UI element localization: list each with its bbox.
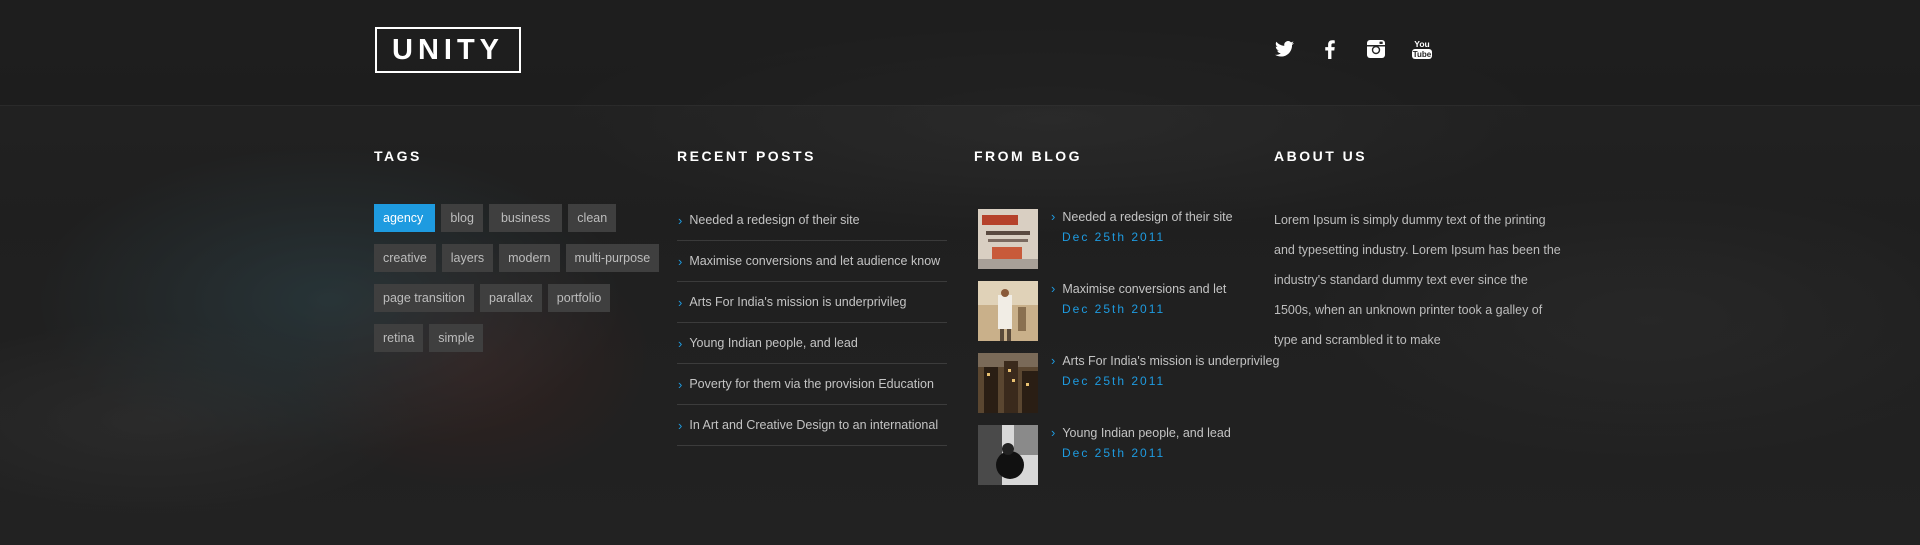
social-links: You Tube (1273, 38, 1433, 60)
chevron-right-icon: › (1051, 209, 1056, 224)
chevron-right-icon: › (678, 212, 683, 228)
recent-post-item[interactable]: › Arts For India's mission is underprivil… (677, 282, 947, 323)
twitter-icon[interactable] (1273, 38, 1295, 60)
tag-page-transition[interactable]: page transition (374, 284, 475, 312)
chevron-right-icon: › (1051, 353, 1056, 368)
tags-title: TAGS (374, 148, 422, 164)
chevron-right-icon: › (678, 253, 683, 269)
blog-post-title[interactable]: › Young Indian people, and lead (1050, 425, 1231, 440)
tag-layers[interactable]: layers (441, 244, 494, 272)
blog-post-date: Dec 25th 2011 (1062, 374, 1166, 388)
youtube-icon[interactable]: You Tube (1411, 38, 1433, 60)
instagram-icon[interactable] (1365, 38, 1387, 60)
recent-post-title: In Art and Creative Design to an interna… (689, 418, 939, 432)
blog-post-title-text: Needed a redesign of their site (1062, 210, 1233, 224)
blog-thumbnail[interactable] (978, 281, 1038, 341)
blog-post-title-text: Arts For India's mission is underprivile… (1062, 354, 1280, 368)
tag-business[interactable]: business (488, 204, 563, 232)
chevron-right-icon: › (678, 294, 683, 310)
tag-modern[interactable]: modern (499, 244, 560, 272)
blog-post-title-text: Young Indian people, and lead (1062, 426, 1231, 440)
chevron-right-icon: › (1051, 281, 1056, 296)
chevron-right-icon: › (678, 335, 683, 351)
recent-posts-title: RECENT POSTS (677, 148, 816, 164)
tag-parallax[interactable]: parallax (480, 284, 542, 312)
recent-post-item[interactable]: › Poverty for them via the provision Educ… (677, 364, 947, 405)
blog-thumbnail[interactable] (978, 209, 1038, 269)
from-blog-title: FROM BLOG (974, 148, 1083, 164)
blog-post-title[interactable]: › Maximise conversions and let (1050, 281, 1226, 296)
tag-multi-purpose[interactable]: multi-purpose (565, 244, 660, 272)
blog-post-title[interactable]: › Arts For India's mission is underprivil… (1050, 353, 1279, 368)
tag-creative[interactable]: creative (374, 244, 436, 272)
chevron-right-icon: › (678, 417, 683, 433)
blog-post-date: Dec 25th 2011 (1062, 302, 1166, 316)
footer-top-bar: UNITY You Tube (0, 0, 1920, 106)
blog-post-title[interactable]: › Needed a redesign of their site (1050, 209, 1233, 224)
about-us-title: ABOUT US (1274, 148, 1368, 164)
recent-post-title: Arts For India's mission is underprivile… (689, 295, 907, 309)
blog-post-date: Dec 25th 2011 (1062, 446, 1166, 460)
tag-blog[interactable]: blog (441, 204, 483, 232)
recent-post-item[interactable]: › In Art and Creative Design to an intern… (677, 405, 947, 446)
tag-agency[interactable]: agency (374, 204, 436, 232)
tag-simple[interactable]: simple (429, 324, 484, 352)
svg-text:You: You (1414, 39, 1429, 49)
recent-post-title: Young Indian people, and lead (689, 336, 858, 350)
chevron-right-icon: › (1051, 425, 1056, 440)
tag-retina[interactable]: retina (374, 324, 424, 352)
facebook-icon[interactable] (1319, 38, 1341, 60)
svg-text:Tube: Tube (1413, 50, 1432, 59)
about-us-text: Lorem Ipsum is simply dummy text of the … (1274, 213, 1561, 347)
blog-thumbnail[interactable] (978, 425, 1038, 485)
blog-post-title-text: Maximise conversions and let (1062, 282, 1227, 296)
recent-posts-list: › Needed a redesign of their site › Maximi… (677, 200, 947, 446)
recent-post-item[interactable]: › Maximise conversions and let audience k… (677, 241, 947, 282)
recent-post-item[interactable]: › Young Indian people, and lead (677, 323, 947, 364)
recent-post-item[interactable]: › Needed a redesign of their site (677, 200, 947, 241)
blog-thumbnail[interactable] (978, 353, 1038, 413)
logo[interactable]: UNITY (375, 27, 521, 73)
tag-cloud: agency blog business clean creative laye… (374, 204, 664, 352)
recent-post-title: Needed a redesign of their site (689, 213, 860, 227)
recent-post-title: Maximise conversions and let audience kn… (689, 254, 941, 268)
blog-post-date: Dec 25th 2011 (1062, 230, 1166, 244)
tag-clean[interactable]: clean (568, 204, 617, 232)
tag-portfolio[interactable]: portfolio (547, 284, 611, 312)
chevron-right-icon: › (678, 376, 683, 392)
recent-post-title: Poverty for them via the provision Educa… (689, 377, 934, 391)
